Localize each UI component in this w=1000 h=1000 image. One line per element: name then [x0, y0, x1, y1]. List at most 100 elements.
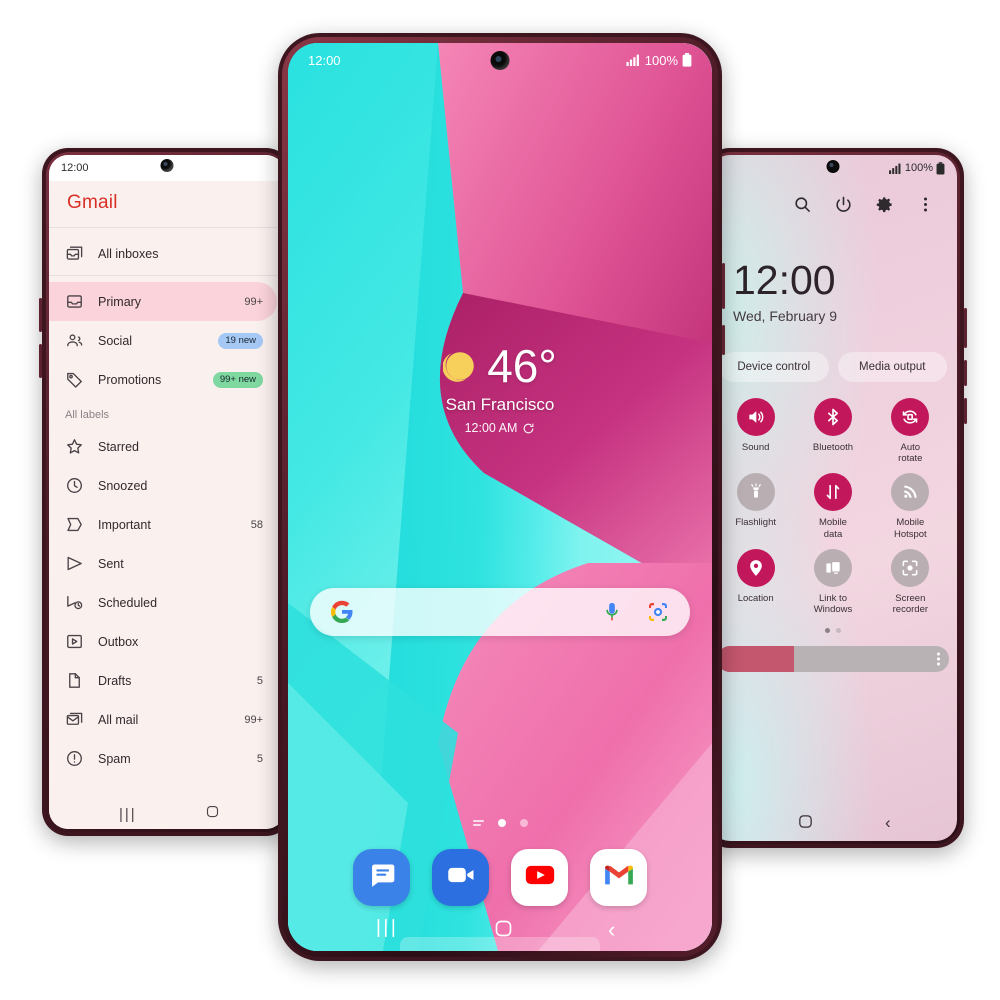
tile-sound[interactable]: Sound	[717, 398, 794, 464]
dock-app-gmail[interactable]	[590, 849, 647, 906]
tile-screen-recorder[interactable]: Screen recorder	[872, 548, 949, 616]
battery-icon-right	[936, 161, 945, 174]
tile-auto-rotate[interactable]: Auto rotate	[872, 398, 949, 464]
app-list-icon[interactable]	[472, 819, 484, 827]
tile-label: Sound	[741, 442, 770, 453]
recents-button-center[interactable]: |||	[376, 917, 398, 939]
tile-label: Auto rotate	[898, 442, 923, 465]
sidebar-item-important[interactable]: Important 58	[49, 505, 277, 544]
crescent-moon-icon	[443, 352, 475, 382]
pill-media-output[interactable]: Media output	[837, 352, 947, 382]
tile-mobile-hotspot[interactable]: Mobile Hotspot	[872, 473, 949, 540]
volume-button-left[interactable]	[39, 298, 42, 332]
volume-button-center[interactable]	[722, 263, 725, 309]
tile-flashlight[interactable]: Flashlight	[717, 473, 794, 539]
sidebar-item-scheduled[interactable]: Scheduled	[49, 583, 277, 622]
gmail-title: Gmail	[67, 192, 118, 213]
tile-bluetooth[interactable]: Bluetooth	[794, 398, 871, 464]
google-lens-icon[interactable]	[646, 600, 670, 624]
messages-icon	[365, 858, 399, 897]
gear-icon[interactable]	[875, 195, 894, 214]
quick-settings-tiles: Sound Bluetooth Auto rotate Flashlight Mobile…	[709, 382, 957, 615]
page-dot-active[interactable]	[825, 628, 830, 634]
power-button-left[interactable]	[39, 344, 42, 378]
unread-count: 58	[250, 518, 263, 531]
status-time-center: 12:00	[308, 52, 341, 68]
wallpaper-shapes	[288, 43, 712, 951]
bixby-button-right[interactable]	[964, 398, 967, 424]
unread-count: 5	[256, 752, 263, 765]
back-button-center[interactable]: ‹	[608, 917, 615, 943]
page-dot-active-center[interactable]	[497, 819, 506, 827]
tile-link-to-windows[interactable]: Link to Windows	[794, 548, 871, 615]
sidebar-item-label: Primary	[98, 294, 142, 309]
status-right-cluster: 100%	[888, 161, 945, 175]
recents-button-left[interactable]: |||	[119, 806, 137, 823]
weather-widget[interactable]: 46° San Francisco 12:00 AM	[288, 343, 712, 435]
outbox-icon	[65, 632, 84, 651]
sidebar-item-sent[interactable]: Sent	[49, 544, 277, 583]
navigation-bar-center: ||| ‹	[288, 907, 712, 951]
tile-mobile-data[interactable]: Mobile data	[794, 473, 871, 540]
signal-icon-center	[626, 54, 639, 66]
app-dock	[288, 849, 712, 906]
sidebar-item-drafts[interactable]: Drafts 5	[49, 661, 277, 700]
microphone-icon[interactable]	[602, 600, 622, 624]
gmail-header: Gmail	[49, 181, 285, 225]
back-button-right[interactable]: ‹	[885, 813, 891, 833]
unread-count: 5	[256, 674, 263, 687]
sidebar-item-outbox[interactable]: Outbox	[49, 622, 277, 661]
panel-page-dots	[709, 615, 957, 634]
people-icon	[65, 331, 84, 350]
clock-icon	[65, 476, 84, 495]
volume-icon	[736, 398, 775, 436]
sidebar-item-promotions[interactable]: Promotions 99+ new	[49, 360, 277, 399]
link-to-windows-icon	[813, 548, 852, 587]
brightness-kebab-icon[interactable]	[937, 652, 940, 666]
gmail-nav-list: All inboxes Primary 99+ Social 19 new Promoti…	[49, 234, 285, 782]
navigation-bar-right: ‹	[709, 805, 957, 841]
home-button-right[interactable]	[797, 813, 814, 835]
home-button-left[interactable]	[205, 804, 220, 824]
page-dot-center[interactable]	[519, 819, 528, 827]
sidebar-item-primary[interactable]: Primary 99+	[49, 282, 277, 321]
send-icon	[65, 554, 84, 573]
signal-icon	[888, 163, 901, 174]
brightness-slider[interactable]	[717, 646, 949, 673]
search-icon[interactable]	[793, 195, 812, 214]
clock-time: 12:00	[733, 257, 836, 303]
kebab-icon[interactable]	[916, 195, 935, 214]
google-search-bar[interactable]	[310, 588, 690, 636]
home-button-center[interactable]	[493, 918, 514, 944]
gmail-phone: 12:00 Gmail All inboxes Primary 99+ Social 1…	[39, 148, 292, 836]
gmail-icon	[602, 858, 636, 897]
power-icon[interactable]	[834, 195, 853, 214]
sidebar-item-all-inboxes[interactable]: All inboxes	[49, 234, 277, 273]
home-screen: 12:00 100% 46° San Francisco 12:00 AM ||…	[288, 43, 712, 951]
sidebar-item-spam[interactable]: Spam 5	[49, 739, 277, 778]
sidebar-item-social[interactable]: Social 19 new	[49, 321, 277, 360]
refresh-icon[interactable]	[522, 422, 535, 435]
all-inboxes-icon	[65, 244, 84, 263]
power-button-center[interactable]	[722, 325, 725, 355]
power-button-right[interactable]	[964, 360, 967, 386]
dock-app-messages[interactable]	[353, 849, 410, 906]
sidebar-item-label: Outbox	[98, 634, 139, 649]
pill-device-control[interactable]: Device control	[719, 352, 829, 382]
mobile-data-icon	[813, 473, 852, 512]
sidebar-item-all-mail[interactable]: All mail 99+	[49, 700, 277, 739]
volume-button-right[interactable]	[964, 308, 967, 348]
quick-settings-screen: 100% 12:00 Wed, February 9 Device contro…	[709, 155, 957, 841]
all-mail-icon	[65, 710, 84, 729]
dock-app-youtube[interactable]	[511, 849, 568, 906]
hotspot-icon	[891, 473, 930, 512]
sidebar-item-starred[interactable]: Starred	[49, 427, 277, 466]
page-dot[interactable]	[836, 628, 841, 634]
tile-location[interactable]: Location	[717, 548, 794, 615]
dock-app-meet[interactable]	[432, 849, 489, 906]
tile-label: Mobile data	[818, 517, 847, 540]
battery-percent-right: 100%	[904, 162, 933, 174]
tile-label: Screen recorder	[892, 592, 929, 616]
sidebar-item-snoozed[interactable]: Snoozed	[49, 466, 277, 505]
sidebar-item-label: Scheduled	[98, 595, 158, 610]
